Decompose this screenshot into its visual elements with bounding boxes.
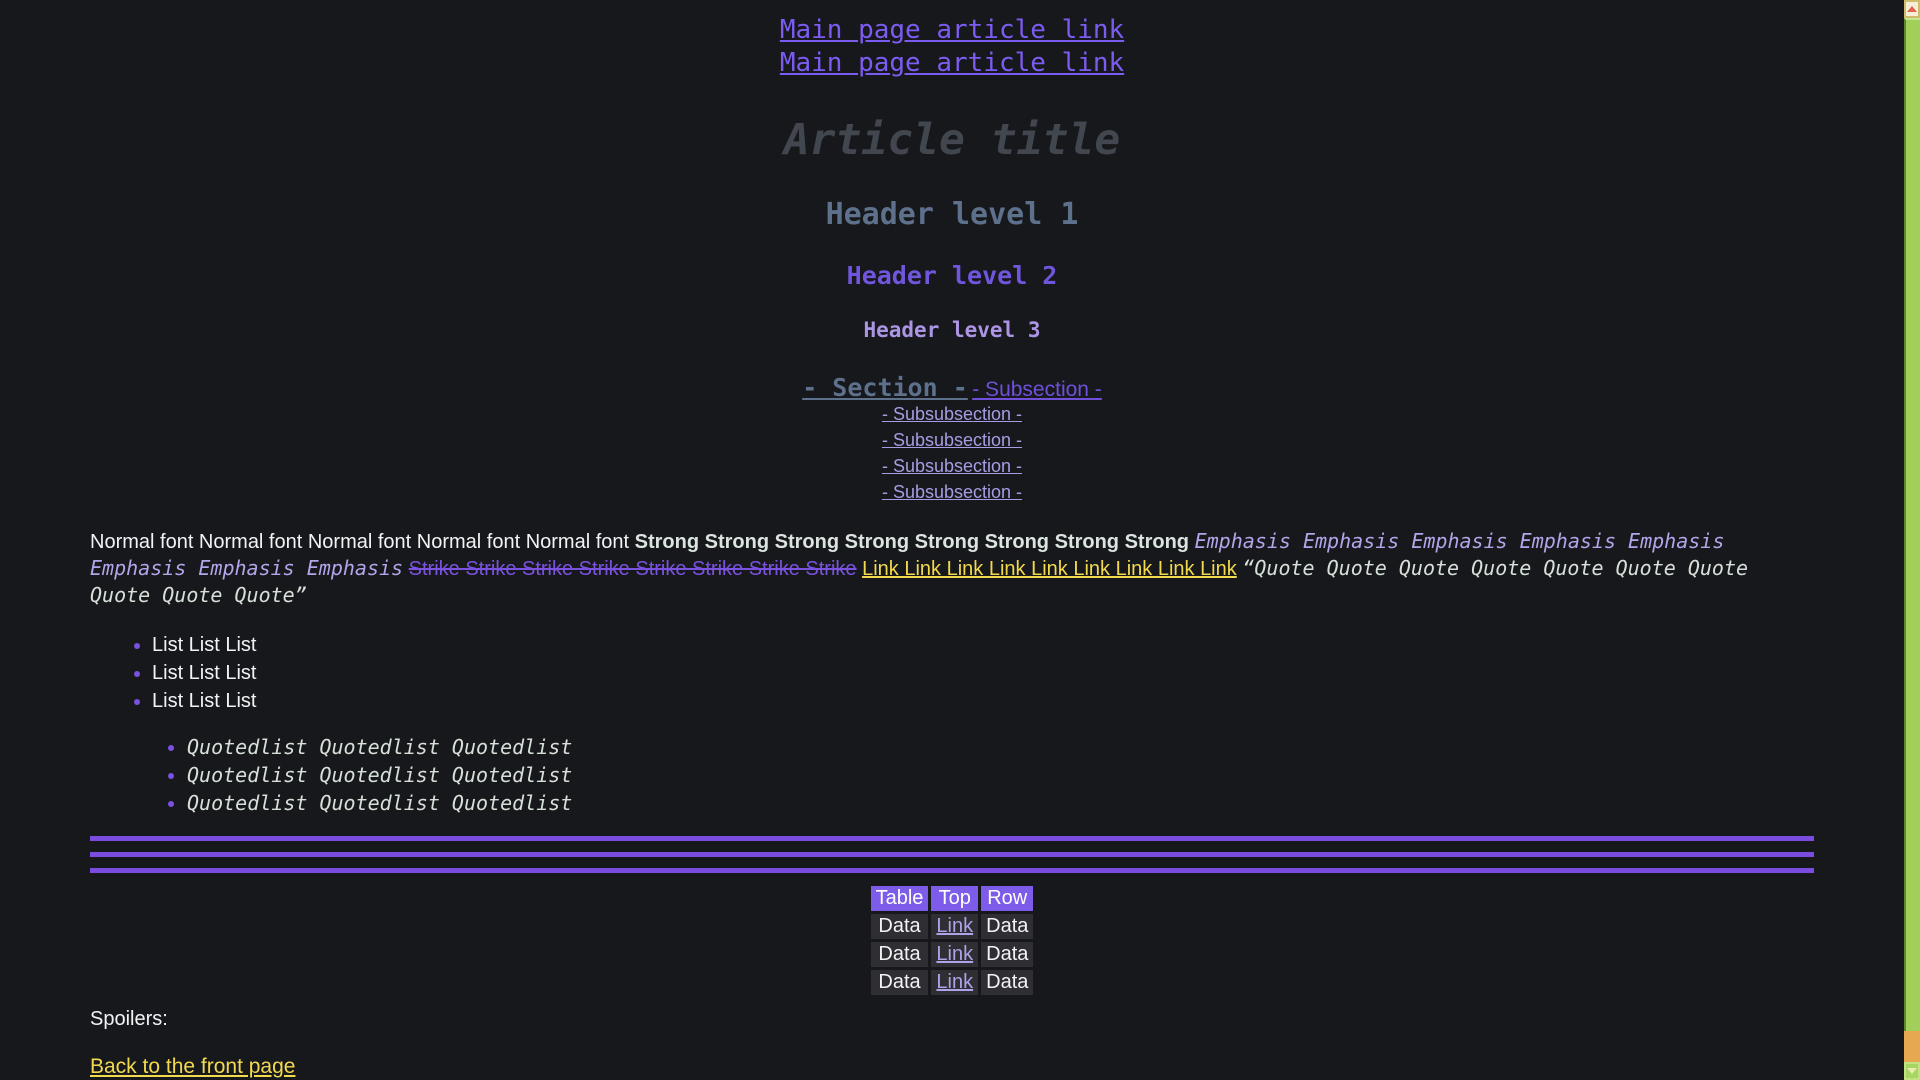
table-cell-link[interactable]: Link — [936, 915, 973, 937]
back-to-front-page-link[interactable]: Back to the front page — [90, 1055, 295, 1078]
table-header-cell: Table — [871, 886, 929, 911]
table-cell: Data — [981, 914, 1033, 939]
table-cell-link[interactable]: Link — [936, 943, 973, 965]
quoted-list-item: Quotedlist Quotedlist Quotedlist — [187, 733, 1814, 761]
table-cell: Data — [871, 942, 929, 967]
down-arrow-icon — [1907, 1068, 1917, 1074]
page-content: Main page article link Main page article… — [0, 0, 1904, 1079]
scrollbar-thumb[interactable] — [1904, 18, 1920, 1031]
main-page-article-link-2[interactable]: Main page article link — [90, 47, 1814, 80]
table-header-cell: Row — [981, 886, 1033, 911]
table-cell: Link — [931, 942, 978, 967]
header-level-2: Header level 2 — [90, 263, 1814, 289]
divider — [90, 836, 1814, 841]
toc-subsubsection-link-3[interactable]: - Subsubsection - — [882, 454, 1022, 479]
list-item: List List List — [152, 659, 1814, 687]
toc-section-link[interactable]: - Section - — [802, 374, 968, 401]
table-cell: Link — [931, 914, 978, 939]
table-row: Data Link Data — [871, 942, 1034, 967]
strong-text: Strong Strong Strong Strong Strong Stron… — [635, 531, 1189, 553]
table-cell: Data — [871, 914, 929, 939]
table-of-contents: - Section - - Subsection - - Subsubsecti… — [90, 342, 1814, 506]
quoted-bullet-list: Quotedlist Quotedlist Quotedlist Quotedl… — [125, 733, 1814, 817]
main-page-article-link-1[interactable]: Main page article link — [90, 14, 1814, 47]
normal-font-text: Normal font Normal font Normal font Norm… — [90, 531, 629, 553]
table-row: Data Link Data — [871, 914, 1034, 939]
divider — [90, 868, 1814, 873]
demo-table: Table Top Row Data Link Data Data Link D… — [868, 883, 1037, 998]
strike-text: Strike Strike Strike Strike Strike Strik… — [409, 558, 857, 580]
inline-links-run[interactable]: Link Link Link Link Link Link Link Link … — [862, 558, 1237, 580]
header-level-3: Header level 3 — [90, 319, 1814, 342]
toc-subsection-link[interactable]: - Subsection - — [972, 378, 1102, 402]
quoted-list-item: Quotedlist Quotedlist Quotedlist — [187, 789, 1814, 817]
table-row: Data Link Data — [871, 970, 1034, 995]
top-navigation: Main page article link Main page article… — [90, 14, 1814, 80]
bullet-list: List List List List List List List List … — [90, 631, 1814, 715]
spoilers-label: Spoilers: — [90, 1008, 1814, 1031]
sample-text-paragraph: Normal font Normal font Normal font Norm… — [90, 528, 1814, 609]
scrollbar — [1904, 0, 1920, 1080]
up-arrow-icon — [1907, 6, 1917, 12]
table-cell: Data — [981, 970, 1033, 995]
header-level-1: Header level 1 — [90, 199, 1814, 230]
table-header-cell: Top — [931, 886, 978, 911]
quoted-list-item: Quotedlist Quotedlist Quotedlist — [187, 761, 1814, 789]
toc-subsubsection-link-1[interactable]: - Subsubsection - — [882, 402, 1022, 427]
table-cell: Link — [931, 970, 978, 995]
table-cell: Data — [981, 942, 1033, 967]
list-item: List List List — [152, 631, 1814, 659]
quoted-list-block: Quotedlist Quotedlist Quotedlist Quotedl… — [125, 733, 1814, 817]
table-cell: Data — [871, 970, 929, 995]
scrollbar-down-button[interactable] — [1904, 1062, 1920, 1080]
table-cell-link[interactable]: Link — [936, 971, 973, 993]
list-item: List List List — [152, 687, 1814, 715]
scrollbar-track[interactable] — [1904, 1031, 1920, 1062]
scrollbar-up-button[interactable] — [1904, 0, 1920, 18]
article-title: Article title — [90, 118, 1814, 162]
toc-subsubsection-link-2[interactable]: - Subsubsection - — [882, 428, 1022, 453]
table-header-row: Table Top Row — [871, 886, 1034, 911]
divider — [90, 852, 1814, 857]
toc-subsubsection-link-4[interactable]: - Subsubsection - — [882, 480, 1022, 505]
